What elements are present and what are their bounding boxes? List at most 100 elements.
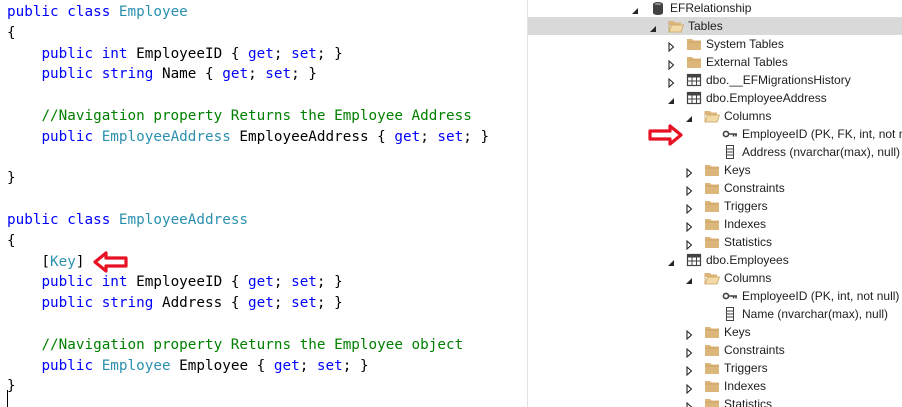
code-text: ; } bbox=[316, 274, 343, 291]
expanded-arrow-icon[interactable] bbox=[648, 21, 658, 32]
tree-node-label: Keys bbox=[724, 163, 751, 177]
tree-node[interactable]: EmployeeID (PK, FK, int, not null) bbox=[528, 125, 902, 143]
code-line: } bbox=[7, 376, 16, 396]
code-text: Employee { bbox=[170, 357, 274, 374]
tree-node[interactable]: dbo.__EFMigrationsHistory bbox=[528, 71, 902, 89]
collapsed-arrow-icon[interactable] bbox=[684, 399, 694, 407]
tree-node[interactable]: Columns bbox=[528, 269, 902, 287]
tree-node[interactable]: Statistics bbox=[528, 233, 902, 251]
code-line: //Navigation property Returns the Employ… bbox=[7, 335, 463, 355]
code-keyword: set bbox=[291, 295, 317, 312]
tree-node[interactable]: Tables bbox=[528, 17, 902, 35]
expanded-arrow-icon[interactable] bbox=[666, 255, 676, 266]
tree-node[interactable]: Columns bbox=[528, 107, 902, 125]
code-text: } bbox=[7, 170, 16, 187]
tree-node[interactable]: System Tables bbox=[528, 35, 902, 53]
key-attribute-arrow-icon bbox=[93, 251, 128, 273]
column-icon bbox=[722, 307, 738, 321]
tree-node-label: Statistics bbox=[724, 235, 773, 249]
collapsed-arrow-icon[interactable] bbox=[684, 201, 694, 215]
tree-node[interactable]: Triggers bbox=[528, 197, 902, 215]
collapsed-arrow-icon[interactable] bbox=[684, 345, 694, 359]
tree-node-label: System Tables bbox=[706, 37, 784, 51]
code-text: ; bbox=[420, 128, 438, 145]
expanded-arrow-icon[interactable] bbox=[666, 93, 676, 104]
tree-node-label: Tables bbox=[688, 19, 723, 33]
tree-node-label: Address (nvarchar(max), null) bbox=[742, 145, 901, 159]
tree-node[interactable]: Address (nvarchar(max), null) bbox=[528, 143, 902, 161]
code-type: Employee bbox=[101, 357, 171, 374]
collapsed-arrow-icon[interactable] bbox=[684, 165, 694, 179]
folder-icon bbox=[704, 199, 720, 213]
tree-node[interactable]: Keys bbox=[528, 323, 902, 341]
code-editor[interactable]: public class Employee { public int Employ… bbox=[0, 0, 527, 407]
collapsed-arrow-icon[interactable] bbox=[684, 327, 694, 341]
code-text: ; bbox=[299, 357, 317, 374]
collapsed-arrow-icon[interactable] bbox=[684, 219, 694, 233]
collapsed-arrow-icon[interactable] bbox=[684, 183, 694, 197]
tree-node[interactable]: dbo.Employees bbox=[528, 251, 902, 269]
expanded-arrow-icon[interactable] bbox=[684, 111, 694, 122]
code-line: public int EmployeeID { get; set; } bbox=[7, 44, 342, 64]
tree-node[interactable]: Indexes bbox=[528, 377, 902, 395]
code-text: Name { bbox=[153, 66, 223, 83]
tree-node[interactable]: Constraints bbox=[528, 341, 902, 359]
tree-node[interactable]: External Tables bbox=[528, 53, 902, 71]
expanded-arrow-icon[interactable] bbox=[630, 3, 640, 14]
tree-node-label: Triggers bbox=[724, 199, 768, 213]
column-icon bbox=[722, 145, 738, 159]
tree-node[interactable]: Statistics bbox=[528, 395, 902, 407]
tree-node[interactable]: EFRelationship bbox=[528, 0, 902, 17]
table-icon bbox=[686, 253, 702, 267]
table-icon bbox=[686, 91, 702, 105]
collapsed-arrow-icon[interactable] bbox=[684, 237, 694, 251]
collapsed-arrow-icon[interactable] bbox=[666, 39, 676, 53]
tree-node-label: EmployeeID (PK, int, not null) bbox=[742, 289, 900, 303]
tree-node[interactable]: Indexes bbox=[528, 215, 902, 233]
code-keyword: class bbox=[67, 212, 111, 228]
collapsed-arrow-icon[interactable] bbox=[666, 75, 676, 89]
code-text: EmployeeID { bbox=[127, 274, 249, 291]
tree-node-label: Name (nvarchar(max), null) bbox=[742, 307, 889, 321]
code-text: ; bbox=[273, 295, 292, 312]
folder-open-icon bbox=[704, 271, 721, 285]
tree-node[interactable]: EmployeeID (PK, int, not null) bbox=[528, 287, 902, 305]
code-type: Key bbox=[50, 253, 76, 270]
folder-icon bbox=[704, 397, 720, 407]
folder-icon bbox=[704, 217, 720, 231]
tree-node-label: dbo.__EFMigrationsHistory bbox=[706, 73, 851, 87]
code-keyword: public bbox=[7, 212, 59, 228]
collapsed-arrow-icon[interactable] bbox=[684, 363, 694, 377]
code-text: Address { bbox=[153, 295, 249, 312]
tree-node-label: dbo.EmployeeAddress bbox=[706, 91, 827, 105]
expanded-arrow-icon[interactable] bbox=[684, 273, 694, 284]
tree-node-label: Columns bbox=[724, 271, 772, 285]
object-explorer-tree[interactable]: EFRelationship Tables System Tables Externa… bbox=[528, 0, 902, 407]
folder-icon bbox=[704, 181, 720, 195]
folder-open-icon bbox=[704, 109, 721, 123]
tree-node[interactable]: Keys bbox=[528, 161, 902, 179]
collapsed-arrow-icon[interactable] bbox=[666, 57, 676, 71]
tree-node[interactable]: Name (nvarchar(max), null) bbox=[528, 305, 902, 323]
code-keyword: public bbox=[41, 357, 94, 374]
code-keyword: public bbox=[41, 66, 94, 83]
code-keyword: public bbox=[41, 45, 94, 62]
tree-node[interactable]: dbo.EmployeeAddress bbox=[528, 89, 902, 107]
code-keyword: set bbox=[437, 128, 464, 145]
code-keyword: get bbox=[394, 128, 421, 145]
collapsed-arrow-icon[interactable] bbox=[684, 381, 694, 395]
tree-node-label: EFRelationship bbox=[670, 1, 752, 15]
tree-node-label: Triggers bbox=[724, 361, 768, 375]
tree-node[interactable]: Constraints bbox=[528, 179, 902, 197]
tree-node[interactable]: Triggers bbox=[528, 359, 902, 377]
tree-node-label: Constraints bbox=[724, 343, 785, 357]
